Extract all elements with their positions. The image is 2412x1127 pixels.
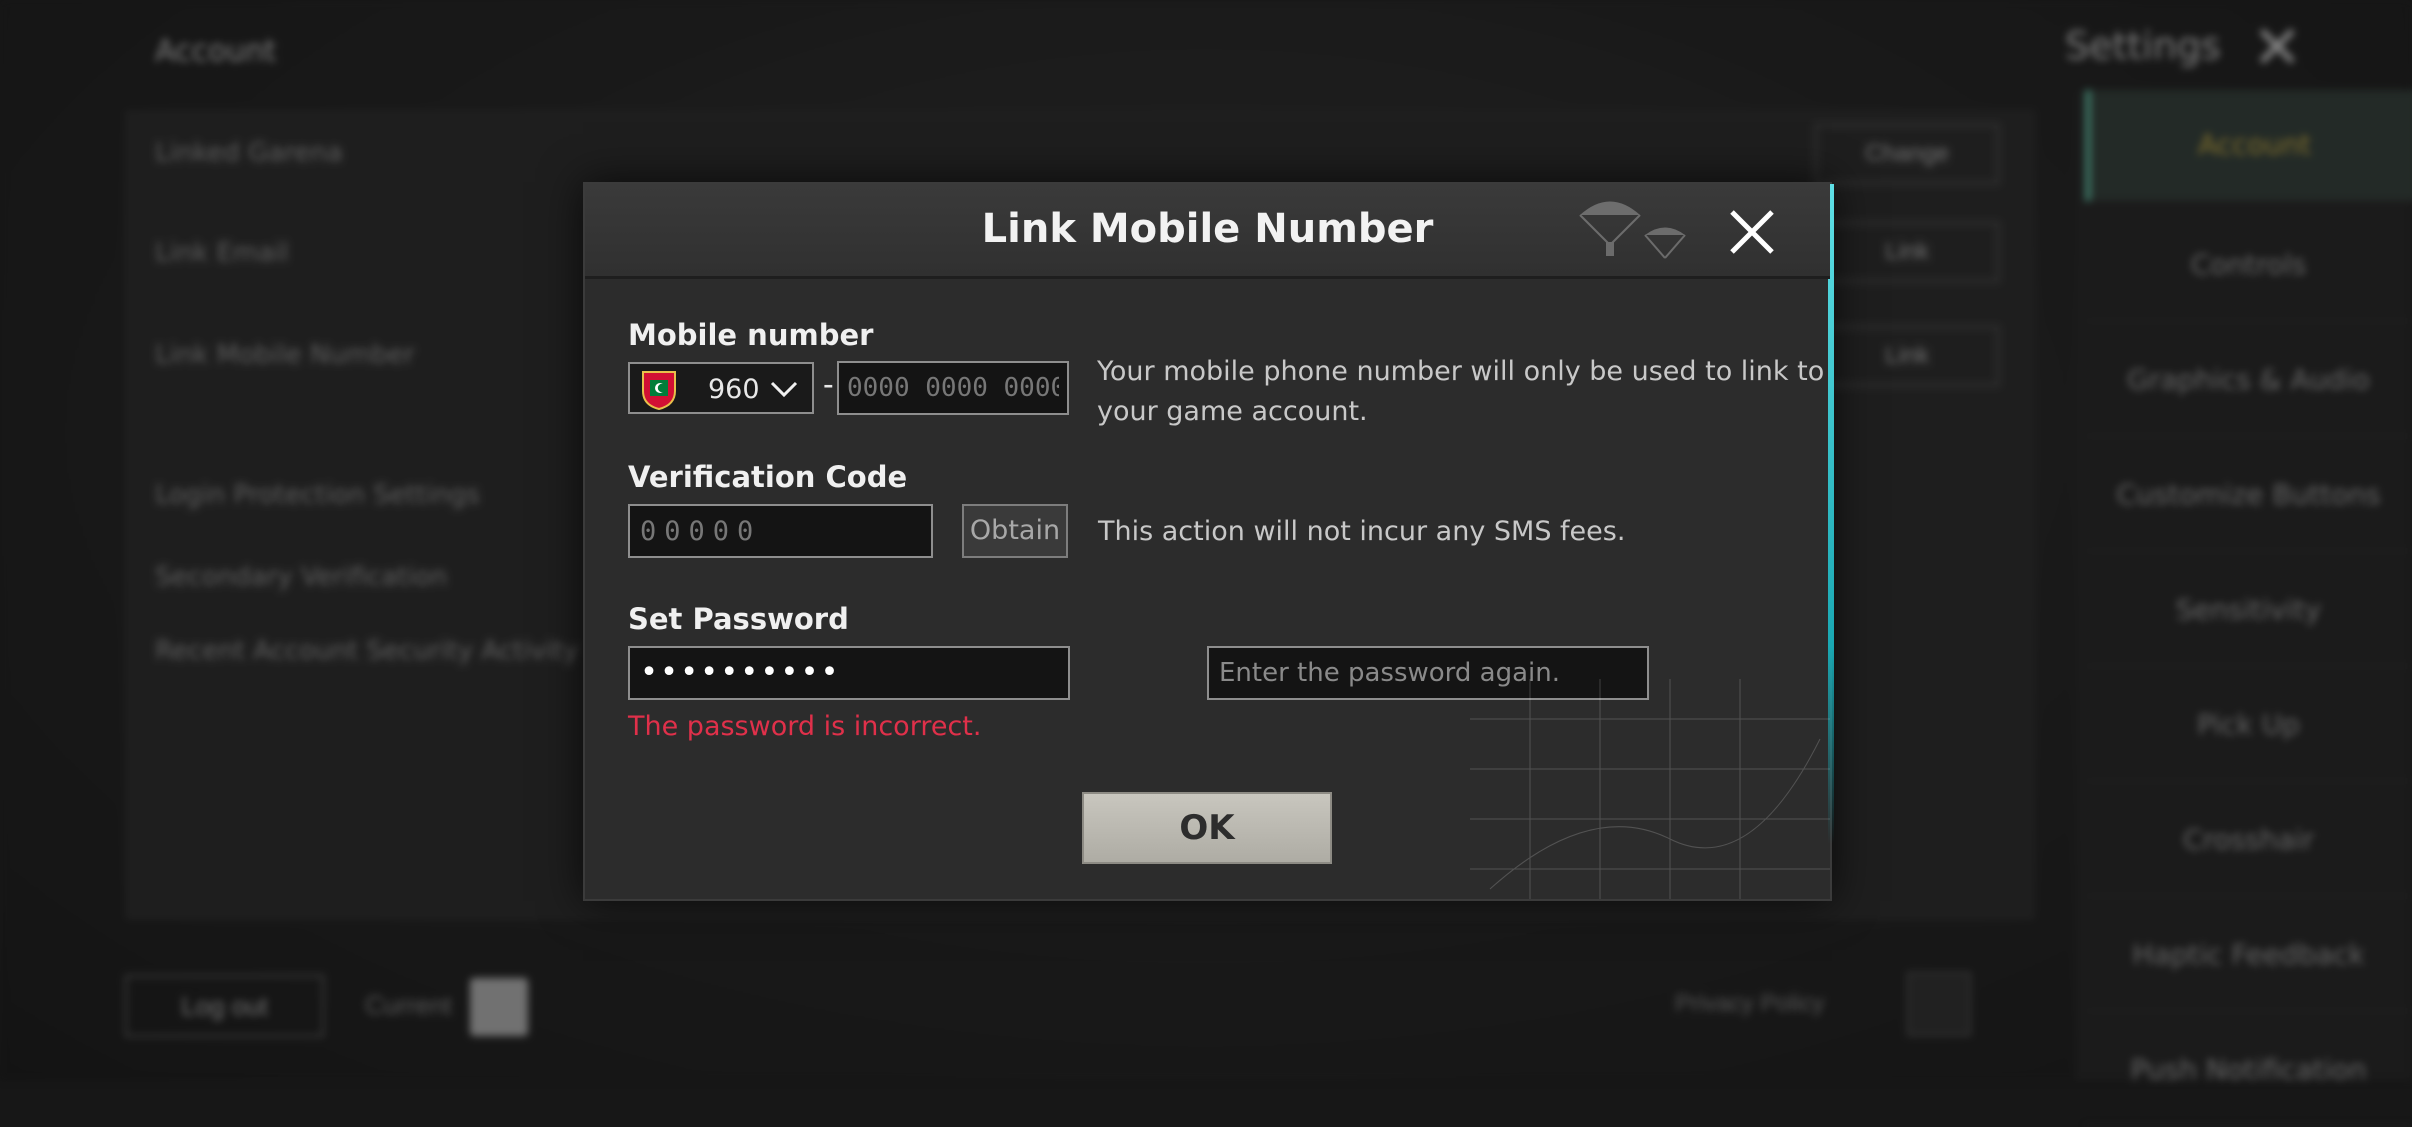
- background-close-icon: ✕: [2252, 14, 2303, 81]
- map-decoration: [1470, 679, 1830, 899]
- set-password-label: Set Password: [628, 602, 849, 636]
- maldives-flag-icon: [642, 371, 676, 411]
- verification-code-label: Verification Code: [628, 460, 908, 494]
- background-logout-button: Log out: [125, 975, 324, 1037]
- background-sidebar-item: Customize Buttons: [2085, 440, 2412, 552]
- mobile-helper-line1: Your mobile phone number will only be us…: [1097, 356, 1825, 387]
- background-sidebar-item: Push Notification: [2085, 1015, 2412, 1127]
- country-code-select[interactable]: 960: [628, 362, 814, 414]
- background-sidebar-item: Controls: [2085, 210, 2412, 322]
- background-row-button: Change: [1815, 124, 1999, 184]
- background-connect-label: Privacy Policy: [1675, 990, 1825, 1017]
- background-trash-icon: [1907, 972, 1971, 1036]
- mobile-number-label: Mobile number: [628, 318, 874, 352]
- link-mobile-dialog: Link Mobile Number Mobile number 960 - Y…: [583, 182, 1834, 901]
- dialog-title: Link Mobile Number: [981, 206, 1434, 252]
- background-row-button: Link: [1815, 326, 1999, 386]
- phone-separator: -: [823, 366, 834, 402]
- background-current-label: Current: [365, 990, 452, 1020]
- background-avatar: [470, 978, 528, 1036]
- background-row-label: Link Mobile Number: [155, 340, 415, 370]
- background-sidebar-item: Account: [2085, 90, 2412, 202]
- background-sidebar-item: Graphics & Audio: [2085, 325, 2412, 437]
- password-input[interactable]: ••••••••••: [628, 646, 1070, 700]
- password-error-message: The password is incorrect.: [628, 711, 982, 742]
- background-row-label: Secondary Verification: [155, 562, 448, 592]
- chevron-down-icon: [770, 381, 798, 398]
- background-sidebar-item: Crosshair: [2085, 785, 2412, 897]
- background-row-label: Recent Account Security Activity: [155, 636, 579, 666]
- dial-code: 960: [708, 374, 760, 405]
- dialog-header: Link Mobile Number: [585, 184, 1830, 279]
- verification-helper: This action will not incur any SMS fees.: [1098, 516, 1626, 547]
- background-sidebar-item: Haptic Feedback: [2085, 900, 2412, 1012]
- mobile-number-input[interactable]: [837, 361, 1069, 415]
- background-row-button: Link: [1815, 222, 1999, 282]
- verification-code-input[interactable]: [628, 504, 933, 558]
- obtain-code-button[interactable]: Obtain: [962, 504, 1068, 558]
- background-row-label: Link Email: [155, 238, 289, 268]
- background-sidebar-item: Pick Up: [2085, 670, 2412, 782]
- background-sidebar-item: Sensitivity: [2085, 555, 2412, 667]
- close-icon[interactable]: [1722, 202, 1782, 262]
- background-row-label: Linked Garena: [155, 138, 343, 168]
- background-page-title: Account: [155, 34, 277, 69]
- background-settings-title: Settings: [2065, 24, 2221, 68]
- background-row-label: Login Protection Settings: [155, 480, 480, 510]
- mobile-helper-line2: your game account.: [1097, 396, 1368, 427]
- ok-button[interactable]: OK: [1082, 792, 1332, 864]
